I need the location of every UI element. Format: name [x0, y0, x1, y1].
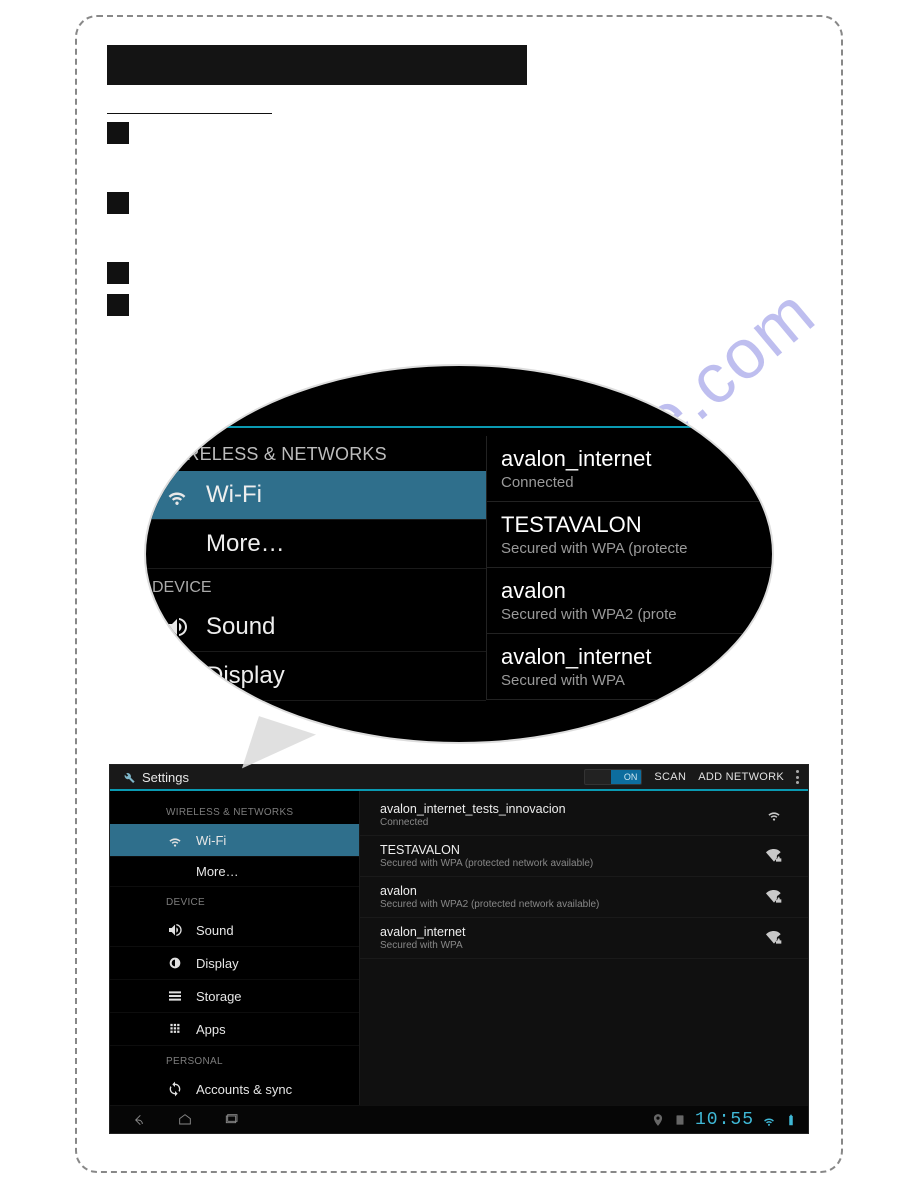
network-status: Secured with WPA: [501, 672, 774, 689]
sound-icon: [164, 614, 190, 640]
network-item[interactable]: avalon_internet Secured with WPA: [360, 918, 808, 959]
status-area[interactable]: 10:55: [651, 1110, 798, 1130]
network-item[interactable]: avalon_internet Secured with WPA: [487, 634, 774, 700]
display-icon: [166, 954, 184, 972]
wifi-icon: [164, 482, 190, 508]
page-frame: manualshive.com WIRELESS & NETWORKS Wi-F…: [75, 15, 843, 1173]
personal-header: PERSONAL: [110, 1046, 359, 1073]
wifi-icon: [166, 831, 184, 849]
sidebar-item-label: Display: [196, 956, 239, 971]
wifi-signal-icon: [766, 806, 782, 825]
settings-tools-icon: [120, 769, 136, 785]
sidebar-item-display[interactable]: Display: [110, 947, 359, 980]
storage-icon: [166, 987, 184, 1005]
device-header: DEVICE: [110, 887, 359, 914]
tablet-screenshot: Settings ON SCAN ADD NETWORK WIRELESS & …: [109, 764, 809, 1134]
bullet-2: [107, 192, 129, 214]
network-name: avalon_internet: [501, 446, 774, 472]
bullet-4: [107, 294, 129, 316]
network-status: Secured with WPA (protected network avai…: [380, 858, 766, 869]
sidebar-item-more[interactable]: More…: [144, 520, 486, 569]
sidebar-item-display[interactable]: Display: [144, 652, 486, 701]
heading-blackbar: [107, 45, 527, 85]
wireless-header: WIRELESS & NETWORKS: [110, 797, 359, 824]
home-button[interactable]: [168, 1111, 202, 1129]
sidebar-item-more[interactable]: More…: [110, 857, 359, 887]
sidebar-item-storage[interactable]: Storage: [110, 980, 359, 1013]
toggle-label: ON: [624, 772, 638, 782]
network-status: Secured with WPA2 (protected network ava…: [380, 899, 766, 910]
battery-status-icon: [784, 1113, 798, 1127]
sidebar-item-label: Sound: [206, 613, 275, 641]
network-status: Connected: [380, 817, 766, 828]
network-item[interactable]: TESTAVALON Secured with WPA (protected n…: [360, 836, 808, 877]
wireless-header: WIRELESS & NETWORKS: [144, 436, 486, 471]
wifi-lock-icon: [766, 847, 782, 866]
display-icon: [164, 663, 190, 689]
wifi-status-icon: [762, 1113, 776, 1127]
sidebar-item-wifi[interactable]: Wi-Fi: [110, 824, 359, 857]
network-name: avalon: [501, 578, 774, 604]
sidebar-item-label: Wi-Fi: [206, 481, 262, 509]
wifi-toggle[interactable]: ON: [584, 769, 642, 785]
sidebar-item-label: Accounts & sync: [196, 1082, 292, 1097]
sd-status-icon: [673, 1113, 687, 1127]
network-name: avalon_internet: [380, 925, 766, 939]
apps-icon: [166, 1020, 184, 1038]
sidebar-item-label: More…: [206, 530, 285, 558]
action-bar: Settings ON SCAN ADD NETWORK: [110, 765, 808, 791]
network-status: Connected: [501, 474, 774, 491]
sidebar-item-label: Storage: [196, 989, 242, 1004]
sidebar-item-label: More…: [196, 864, 239, 879]
wifi-lock-icon: [766, 929, 782, 948]
subheading-rule: [107, 113, 272, 114]
sidebar-item-apps[interactable]: Apps: [110, 1013, 359, 1046]
network-status: Secured with WPA (protecte: [501, 540, 774, 557]
page-title: Settings: [142, 770, 189, 785]
sidebar-item-sound[interactable]: Sound: [110, 914, 359, 947]
sidebar-item-wifi[interactable]: Wi-Fi: [144, 471, 486, 520]
clock-text: 10:55: [695, 1110, 754, 1130]
wifi-lock-icon: [766, 888, 782, 907]
recent-apps-button[interactable]: [214, 1111, 248, 1129]
network-item[interactable]: TESTAVALON Secured with WPA (protecte: [487, 502, 774, 568]
network-name: avalon_internet_tests_innovacion: [380, 802, 766, 816]
sidebar-item-label: Apps: [196, 1022, 226, 1037]
back-button[interactable]: [122, 1111, 156, 1129]
location-status-icon: [651, 1113, 665, 1127]
network-name: avalon_internet: [501, 644, 774, 670]
sidebar-item-label: Sound: [196, 923, 234, 938]
network-name: avalon: [380, 884, 766, 898]
bullet-1: [107, 122, 129, 144]
sidebar-item-label: Display: [206, 662, 285, 690]
system-bar: 10:55: [110, 1105, 808, 1133]
sync-icon: [166, 1080, 184, 1098]
wifi-network-list: avalon_internet_tests_innovacion Connect…: [360, 791, 808, 1105]
settings-sidebar: WIRELESS & NETWORKS Wi-Fi More… DEVICE S…: [110, 791, 360, 1105]
scan-button[interactable]: SCAN: [654, 771, 686, 783]
network-item[interactable]: avalon_internet Connected: [487, 436, 774, 502]
network-item[interactable]: avalon Secured with WPA2 (prote: [487, 568, 774, 634]
sound-icon: [166, 921, 184, 939]
device-header: DEVICE: [144, 569, 486, 603]
sidebar-item-label: Wi-Fi: [196, 833, 226, 848]
zoom-callout: WIRELESS & NETWORKS Wi-Fi More… DEVICE S…: [139, 364, 779, 754]
network-name: TESTAVALON: [380, 843, 766, 857]
network-name: TESTAVALON: [501, 512, 774, 538]
sidebar-item-accounts[interactable]: Accounts & sync: [110, 1073, 359, 1105]
network-status: Secured with WPA2 (prote: [501, 606, 774, 623]
sidebar-item-sound[interactable]: Sound: [144, 603, 486, 652]
network-status: Secured with WPA: [380, 940, 766, 951]
overflow-menu-icon[interactable]: [796, 770, 800, 784]
network-item[interactable]: avalon_internet_tests_innovacion Connect…: [360, 795, 808, 836]
bullet-3: [107, 262, 129, 284]
add-network-button[interactable]: ADD NETWORK: [698, 771, 784, 783]
network-item[interactable]: avalon Secured with WPA2 (protected netw…: [360, 877, 808, 918]
